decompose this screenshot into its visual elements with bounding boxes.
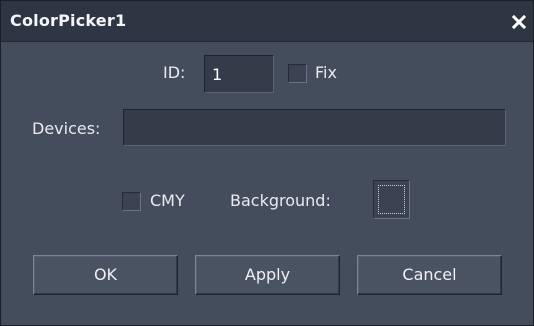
fix-checkbox[interactable] [288, 64, 307, 83]
cancel-button[interactable]: Cancel [357, 255, 502, 295]
close-icon[interactable] [511, 14, 527, 30]
background-label: Background: [230, 191, 331, 210]
id-label: ID: [163, 63, 186, 82]
focus-rectangle [378, 185, 405, 214]
cmy-label: CMY [150, 191, 185, 210]
apply-button[interactable]: Apply [195, 255, 340, 295]
color-picker-dialog: ColorPicker1 ID: Fix Devices: CMY Backgr… [0, 0, 534, 326]
devices-label: Devices: [32, 119, 101, 138]
cmy-checkbox[interactable] [122, 192, 141, 211]
ok-button[interactable]: OK [33, 255, 178, 295]
window-title: ColorPicker1 [10, 11, 127, 30]
devices-input[interactable] [123, 109, 506, 146]
background-color-swatch[interactable] [373, 180, 410, 219]
id-input[interactable] [204, 55, 274, 93]
title-bar[interactable]: ColorPicker1 [1, 1, 533, 42]
fix-label: Fix [315, 63, 337, 82]
